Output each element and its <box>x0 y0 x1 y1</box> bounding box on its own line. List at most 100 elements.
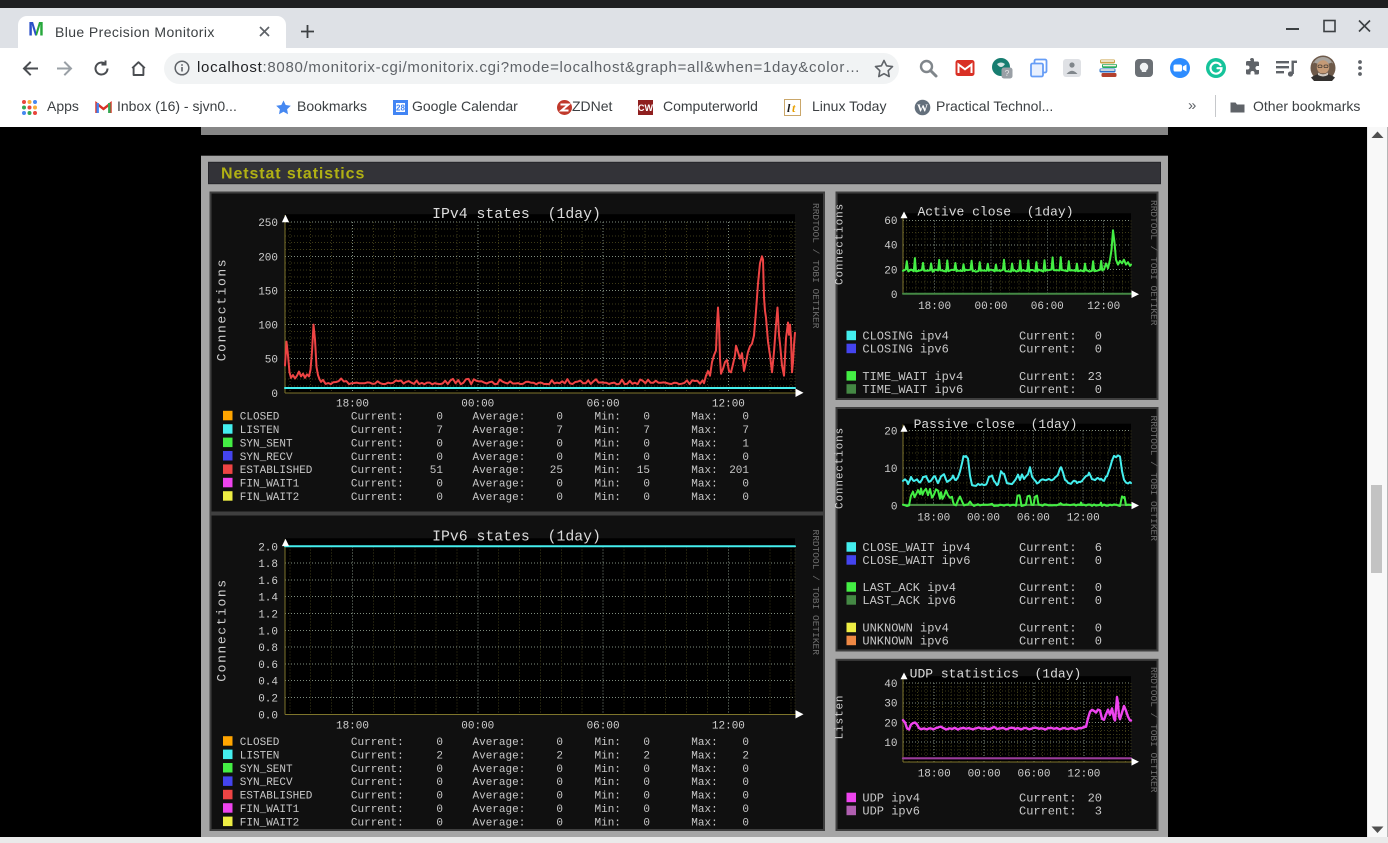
svg-text:1.0: 1.0 <box>258 626 278 638</box>
svg-text:0: 0 <box>556 737 563 749</box>
svg-text:Max:: Max: <box>691 492 717 504</box>
svg-text:200: 200 <box>258 252 278 264</box>
svg-text:15: 15 <box>637 465 650 477</box>
svg-text:Min:: Min: <box>595 804 621 816</box>
svg-text:7: 7 <box>436 425 443 437</box>
svg-text:Max:: Max: <box>691 452 717 464</box>
svg-text:CLOSE_WAIT ipv4: CLOSE_WAIT ipv4 <box>862 541 970 555</box>
svg-text:0: 0 <box>742 479 749 491</box>
svg-text:SYN_RECV: SYN_RECV <box>240 777 293 789</box>
svg-text:0: 0 <box>643 412 650 424</box>
svg-text:2: 2 <box>556 750 563 762</box>
svg-text:12:00: 12:00 <box>712 399 745 411</box>
svg-text:0: 0 <box>643 817 650 829</box>
svg-text:UDP ipv6: UDP ipv6 <box>862 805 920 819</box>
svg-text:Current:: Current: <box>1019 383 1077 397</box>
svg-text:Passive close (1day): Passive close (1day) <box>914 417 1078 432</box>
svg-text:0: 0 <box>556 804 563 816</box>
svg-text:Min:: Min: <box>595 750 621 762</box>
svg-text:Current:: Current: <box>1019 622 1077 636</box>
svg-text:0: 0 <box>1095 622 1102 636</box>
svg-text:20: 20 <box>884 265 897 277</box>
svg-text:Current:: Current: <box>351 452 404 464</box>
svg-text:Current:: Current: <box>1019 581 1077 595</box>
svg-text:00:00: 00:00 <box>461 721 494 733</box>
svg-text:Average:: Average: <box>473 452 526 464</box>
svg-text:00:00: 00:00 <box>461 399 494 411</box>
svg-text:Current:: Current: <box>351 777 404 789</box>
svg-text:0: 0 <box>1095 581 1102 595</box>
svg-text:Current:: Current: <box>351 750 404 762</box>
svg-text:0: 0 <box>742 817 749 829</box>
svg-text:0: 0 <box>891 501 898 513</box>
svg-text:Min:: Min: <box>595 817 621 829</box>
svg-text:Current:: Current: <box>351 425 404 437</box>
svg-text:LISTEN: LISTEN <box>240 425 280 437</box>
svg-text:6: 6 <box>1095 541 1102 555</box>
svg-text:0: 0 <box>556 492 563 504</box>
svg-text:ESTABLISHED: ESTABLISHED <box>240 465 313 477</box>
svg-text:FIN_WAIT2: FIN_WAIT2 <box>240 817 299 829</box>
svg-text:1.4: 1.4 <box>258 593 278 605</box>
svg-text:12:00: 12:00 <box>1067 513 1100 525</box>
svg-text:2.0: 2.0 <box>258 542 278 554</box>
svg-text:0: 0 <box>271 389 278 401</box>
svg-text:Min:: Min: <box>595 764 621 776</box>
svg-text:0: 0 <box>891 290 898 302</box>
svg-text:1: 1 <box>742 438 749 450</box>
svg-text:0.0: 0.0 <box>258 710 278 722</box>
svg-text:Min:: Min: <box>595 791 621 803</box>
svg-text:0: 0 <box>742 804 749 816</box>
svg-text:Min:: Min: <box>595 425 621 437</box>
svg-text:10: 10 <box>884 464 897 476</box>
svg-text:Average:: Average: <box>473 777 526 789</box>
svg-text:RRDTOOL / TOBI OETIKER: RRDTOOL / TOBI OETIKER <box>1148 667 1159 793</box>
svg-text:2: 2 <box>436 750 443 762</box>
svg-text:CLOSE_WAIT ipv6: CLOSE_WAIT ipv6 <box>862 554 970 568</box>
svg-text:FIN_WAIT1: FIN_WAIT1 <box>240 479 300 491</box>
svg-text:Active close (1day): Active close (1day) <box>917 205 1073 220</box>
svg-text:Current:: Current: <box>351 764 404 776</box>
svg-text:12:00: 12:00 <box>712 721 745 733</box>
svg-text:0: 0 <box>643 452 650 464</box>
svg-text:Max:: Max: <box>691 737 717 749</box>
svg-text:Current:: Current: <box>1019 594 1077 608</box>
svg-text:51: 51 <box>430 465 444 477</box>
svg-text:SYN_SENT: SYN_SENT <box>240 438 293 450</box>
svg-text:0: 0 <box>436 412 443 424</box>
svg-text:0: 0 <box>436 804 443 816</box>
svg-text:Max:: Max: <box>691 425 717 437</box>
svg-text:0: 0 <box>556 412 563 424</box>
svg-text:0: 0 <box>556 817 563 829</box>
svg-text:Max:: Max: <box>691 804 717 816</box>
svg-text:18:00: 18:00 <box>336 721 369 733</box>
svg-text:Current:: Current: <box>351 479 404 491</box>
svg-text:1.8: 1.8 <box>258 559 278 571</box>
svg-text:0: 0 <box>556 777 563 789</box>
svg-text:UDP statistics (1day): UDP statistics (1day) <box>910 667 1082 682</box>
svg-text:0: 0 <box>742 412 749 424</box>
svg-text:100: 100 <box>258 321 278 333</box>
svg-text:IPv6 states (1day): IPv6 states (1day) <box>432 530 601 546</box>
svg-text:Current:: Current: <box>351 817 404 829</box>
svg-text:Netstat statistics: Netstat statistics <box>221 166 365 183</box>
svg-text:Average:: Average: <box>473 764 526 776</box>
svg-text:Current:: Current: <box>1019 370 1077 384</box>
svg-text:0: 0 <box>1095 383 1102 397</box>
svg-text:Min:: Min: <box>595 492 621 504</box>
svg-text:FIN_WAIT2: FIN_WAIT2 <box>240 492 299 504</box>
svg-text:Average:: Average: <box>473 492 526 504</box>
svg-text:?: ? <box>1005 68 1010 78</box>
svg-text:UNKNOWN ipv6: UNKNOWN ipv6 <box>862 635 948 649</box>
svg-text:28: 28 <box>396 104 405 113</box>
svg-text:7: 7 <box>742 425 749 437</box>
svg-text:0: 0 <box>643 777 650 789</box>
svg-text:60: 60 <box>884 216 897 228</box>
svg-text:0: 0 <box>1095 343 1102 357</box>
svg-text:12:00: 12:00 <box>1067 769 1100 781</box>
svg-text:Max:: Max: <box>691 777 717 789</box>
svg-text:0: 0 <box>436 764 443 776</box>
svg-text:0: 0 <box>556 791 563 803</box>
svg-text:Min:: Min: <box>595 465 621 477</box>
svg-text:0: 0 <box>436 479 443 491</box>
